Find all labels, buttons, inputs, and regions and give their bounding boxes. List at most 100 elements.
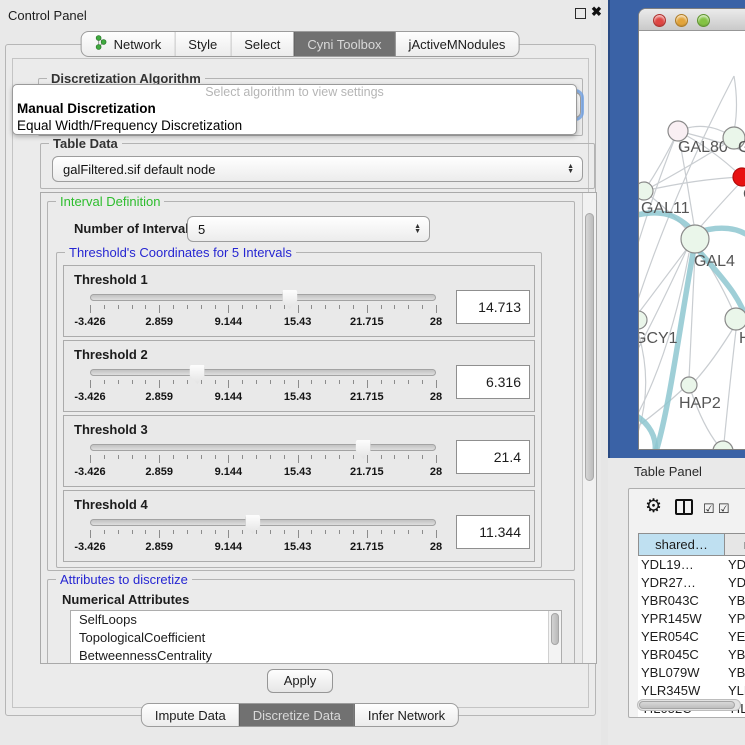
table-cell[interactable]: YBR0	[724, 592, 745, 610]
tab-select[interactable]: Select	[230, 32, 293, 56]
network-node[interactable]	[725, 308, 745, 330]
float-window-icon[interactable]	[575, 8, 586, 19]
tab-impute-data[interactable]: Impute Data	[142, 704, 239, 726]
table-row[interactable]: YBR043CYBR0	[638, 592, 745, 610]
table-cell[interactable]: YDR27…	[638, 574, 724, 592]
tick-mark	[104, 380, 105, 384]
table-row[interactable]: YLR345WYLR3	[638, 682, 745, 700]
table-cell[interactable]: YBR045C	[638, 646, 724, 664]
tick-mark	[284, 530, 285, 534]
network-edge[interactable]	[639, 329, 646, 450]
tick-label: 2.859	[145, 316, 173, 328]
table-cell[interactable]: YER0	[724, 628, 745, 646]
apply-button[interactable]: Apply	[267, 669, 333, 693]
algorithm-dropdown-popup: Select algorithm to view settings Manual…	[12, 84, 577, 135]
threshold-slider[interactable]: -3.4262.8599.14415.4321.71528	[90, 290, 436, 336]
slider-track[interactable]	[90, 294, 436, 301]
network-node[interactable]	[681, 377, 697, 393]
slider-track[interactable]	[90, 519, 436, 526]
panel-scrollbar[interactable]	[582, 193, 596, 663]
table-cell[interactable]: YLR345W	[638, 682, 724, 700]
network-edge[interactable]	[724, 330, 736, 443]
network-edge[interactable]	[695, 181, 742, 233]
tick-mark	[145, 305, 146, 309]
slider-track[interactable]	[90, 369, 436, 376]
table-cell[interactable]: YBR043C	[638, 592, 724, 610]
checkbox-icon[interactable]: ☑	[703, 501, 715, 517]
threshold-slider[interactable]: -3.4262.8599.14415.4321.71528	[90, 440, 436, 486]
network-node[interactable]	[681, 225, 709, 253]
network-edge-thick[interactable]	[655, 253, 693, 450]
table-row[interactable]: YDR27…YDR2	[638, 574, 745, 592]
list-item[interactable]: SelfLoops	[71, 611, 561, 629]
tick-label: 2.859	[145, 466, 173, 478]
table-row[interactable]: YPR145WYPR1	[638, 610, 745, 628]
gear-icon[interactable]: ⚙	[645, 495, 662, 518]
tick-mark	[90, 305, 91, 313]
tick-mark	[242, 530, 243, 534]
table-cell[interactable]: YLR3	[724, 682, 745, 700]
network-node[interactable]	[639, 311, 647, 329]
table-cell[interactable]: YDL19…	[638, 556, 724, 574]
number-of-intervals-combo[interactable]: 5 ▲▼	[187, 216, 430, 242]
table-cell[interactable]: YPR145W	[638, 610, 724, 628]
network-edge[interactable]	[695, 327, 734, 381]
minimize-traffic-light-icon[interactable]	[675, 14, 688, 27]
close-traffic-light-icon[interactable]	[653, 14, 666, 27]
dropdown-placeholder: Select algorithm to view settings	[13, 85, 576, 100]
group-label: Table Data	[49, 136, 122, 151]
tick-label: 28	[430, 541, 442, 553]
table-cell[interactable]: YDL1	[724, 556, 745, 574]
table-cell[interactable]: YER054C	[638, 628, 724, 646]
threshold-slider[interactable]: -3.4262.8599.14415.4321.71528	[90, 515, 436, 561]
list-item[interactable]: TopologicalCoefficient	[71, 629, 561, 647]
threshold-value-field[interactable]: 6.316	[456, 365, 530, 399]
dropdown-option-equal-width[interactable]: Equal Width/Frequency Discretization	[13, 117, 576, 134]
tab-jactivemnodules[interactable]: jActiveMNodules	[395, 32, 519, 56]
list-scrollbar[interactable]	[548, 611, 561, 664]
tab-style[interactable]: Style	[174, 32, 230, 56]
tick-label: 28	[430, 391, 442, 403]
column-header-shared-name[interactable]: shared…	[639, 534, 725, 555]
table-cell[interactable]: YBL0	[724, 664, 745, 682]
table-row[interactable]: YBR045CYBR0	[638, 646, 745, 664]
checkbox-icon[interactable]: ☑	[718, 501, 730, 517]
table-row[interactable]: YER054CYER0	[638, 628, 745, 646]
dropdown-option-manual[interactable]: Manual Discretization	[13, 100, 576, 117]
panel-splitter[interactable]	[601, 0, 608, 745]
split-view-icon[interactable]	[675, 499, 693, 515]
threshold-value-field[interactable]: 21.4	[456, 440, 530, 474]
table-row[interactable]: YBL079WYBL0	[638, 664, 745, 682]
network-node[interactable]	[639, 182, 653, 200]
tick-mark	[145, 380, 146, 384]
threshold-slider[interactable]: -3.4262.8599.14415.4321.71528	[90, 365, 436, 411]
tick-mark	[394, 305, 395, 309]
network-canvas[interactable]: GAL80GAL11GAL4GCY1HHAP2GAC	[639, 31, 745, 450]
list-item[interactable]: BetweennessCentrality	[71, 647, 561, 664]
tab-infer-network[interactable]: Infer Network	[354, 704, 458, 726]
table-data-combo[interactable]: galFiltered.sif default node ▲▼	[52, 156, 583, 182]
network-edge[interactable]	[644, 177, 742, 191]
threshold-value-field[interactable]: 14.713	[456, 290, 530, 324]
tick-mark	[436, 305, 437, 313]
network-node[interactable]	[733, 168, 745, 186]
table-cell[interactable]: YPR1	[724, 610, 745, 628]
network-edge[interactable]	[734, 76, 737, 131]
tab-discretize-data[interactable]: Discretize Data	[239, 704, 354, 726]
table-cell[interactable]: YDR2	[724, 574, 745, 592]
table-cell[interactable]: YBL079W	[638, 664, 724, 682]
numerical-attributes-list[interactable]: SelfLoopsTopologicalCoefficientBetweenne…	[70, 610, 562, 664]
tab-network[interactable]: Network	[82, 32, 175, 56]
tick-label: 15.43	[284, 391, 312, 403]
threshold-value-field[interactable]: 11.344	[456, 515, 530, 549]
zoom-traffic-light-icon[interactable]	[697, 14, 710, 27]
network-window-titlebar[interactable]	[639, 9, 745, 31]
tab-cyni-toolbox[interactable]: Cyni Toolbox	[293, 32, 394, 56]
table-row[interactable]: YDL19…YDL1	[638, 556, 745, 574]
table-cell[interactable]: YBR0	[724, 646, 745, 664]
network-node[interactable]	[668, 121, 688, 141]
slider-track[interactable]	[90, 444, 436, 451]
table-h-scrollbar[interactable]	[637, 699, 741, 711]
column-header-name[interactable]: na	[725, 534, 745, 555]
tick-mark	[90, 380, 91, 388]
